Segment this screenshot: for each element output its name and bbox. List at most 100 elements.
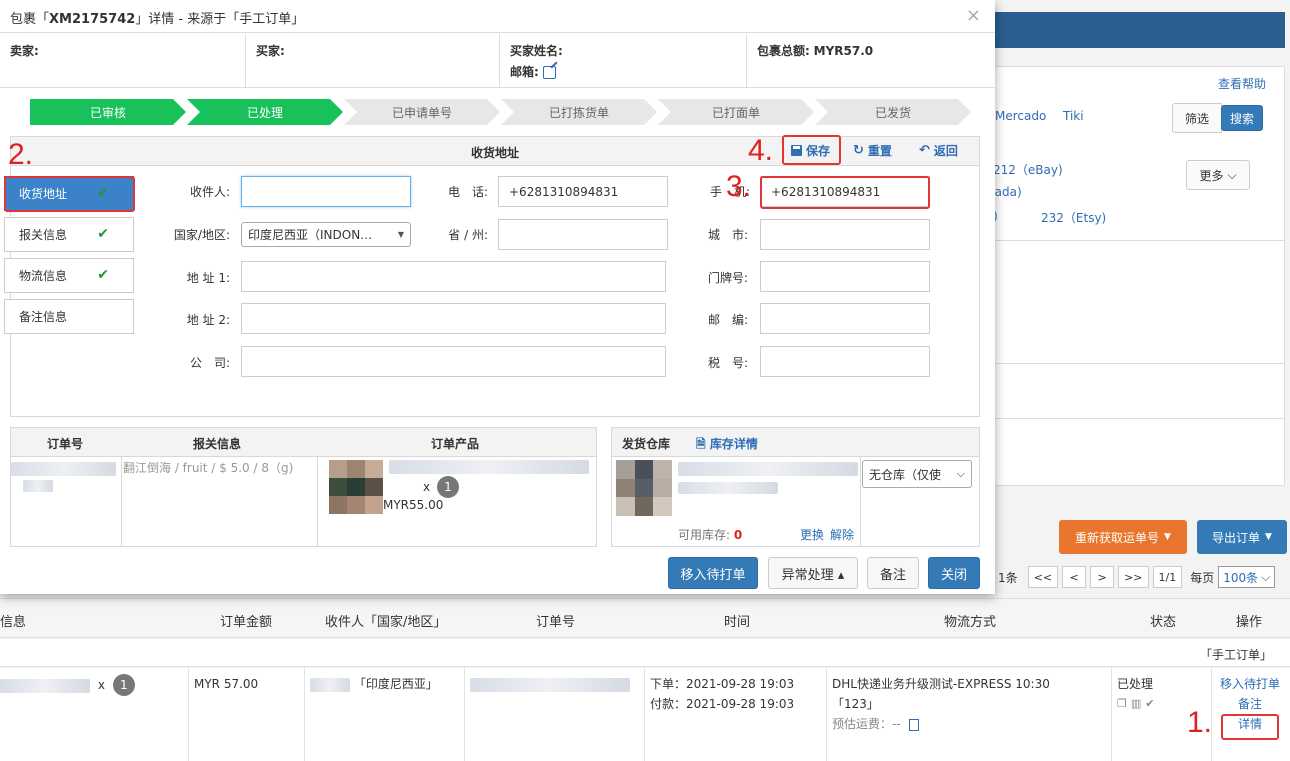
modal-title: 包裹「XM2175742」详情 - 来源于「手工订单」 [10,8,304,27]
shop-tag: 「手工订单」 [1199,648,1272,662]
seller-label: 卖家: [10,44,39,58]
filter-button[interactable]: 筛选 [1172,103,1222,133]
row-recipient: 「印度尼西亚」 [310,674,438,694]
buyer-name-cell: 买家姓名: 邮箱: [500,34,747,88]
product-table-header: 订单号 报关信息 订单产品 [11,428,596,457]
est-fee: 预估运费：-- [832,714,1050,734]
order-product-table: 订单号 报关信息 订单产品 翻江倒海 / fruit / $ 5.0 / 8（g… [10,427,597,547]
recipient-input[interactable] [241,176,411,207]
stock-detail-link[interactable]: 🗎 库存详情 [696,435,758,456]
tab-label: 备注信息 [19,310,68,324]
annotation-step-3: 3. [726,170,752,203]
calculator-icon[interactable] [908,718,919,731]
more-button[interactable]: 更多 ⌵ [1186,160,1250,190]
refetch-tracking-button[interactable]: 重新获取运单号 ▼ [1059,520,1187,554]
tab-logistics-info[interactable]: 物流信息 ✔ [4,258,134,293]
check-icon[interactable]: ✔ [1145,697,1158,710]
address2-input[interactable] [241,303,666,334]
package-id: XM2175742 [49,12,136,27]
package-detail-modal: 包裹「XM2175742」详情 - 来源于「手工订单」 × 卖家: 买家: 买家… [0,0,995,594]
row-shipping: DHL快递业务升级测试-EXPRESS 10:30 「123」 预估运费：-- [832,674,1050,734]
check-icon: ✔ [97,226,109,242]
annotation-box-save [782,135,841,165]
title-suffix: 」详情 - 来源于「手工订单」 [135,12,305,27]
orders-table-header: 信息 订单金额 收件人「国家/地区」 订单号 时间 物流方式 状态 操作 [0,598,1290,638]
step-picklist-printed: 已打拣货单 [501,99,657,125]
stat-etsy[interactable]: 232（Etsy) [1041,209,1106,226]
divider [860,457,861,547]
divider [464,668,465,761]
warehouse-select[interactable]: 无仓库（仅使 ⌵ [862,460,972,488]
row-time: 下单：2021-09-28 19:03 付款：2021-09-28 19:03 [650,674,794,714]
barcode-icon[interactable]: ▥ [1131,697,1145,710]
phone-input[interactable] [498,176,668,207]
caret-down-icon: ▼ [397,230,404,239]
close-button[interactable]: 关闭 [928,557,980,589]
country-select[interactable]: 印度尼西亚（INDON… ▼ [241,222,411,247]
col-product: 订单产品 [431,437,480,451]
move-to-print-link[interactable]: 移入待打单 [1217,674,1283,694]
help-link[interactable]: 查看帮助 [1218,75,1266,92]
reset-button[interactable]: ↻ 重置 [853,142,892,159]
col-recipient: 收件人「国家/地区」 [325,615,447,630]
exception-button[interactable]: 异常处理 ▴ [768,557,858,589]
row-product-cell: x 1 [0,674,135,696]
first-page-button[interactable]: << [1027,566,1059,588]
back-label: 返回 [933,144,958,158]
replace-link[interactable]: 更换 [800,526,824,543]
warehouse-product-thumbnail [616,460,672,516]
copy-icon[interactable]: ❐ [1117,697,1131,710]
available-value: 0 [733,528,743,542]
city-label: 城 市: [707,228,748,242]
qty-badge: 1 [112,674,135,696]
refresh-icon: ↻ [853,143,864,158]
row-amount: MYR 57.00 [194,677,259,691]
unbind-link[interactable]: 解除 [830,526,854,543]
city-input[interactable] [760,219,930,250]
caret-down-icon: ▼ [1265,532,1272,542]
zip-input[interactable] [760,303,930,334]
col-order-no: 订单号 [47,437,84,451]
export-label: 导出订单 [1212,530,1261,545]
prev-page-button[interactable]: < [1062,566,1087,588]
recipient-label: 收件人: [189,185,230,199]
address-title: 收货地址 [471,146,520,160]
buyer-cell: 买家: [246,34,500,88]
province-input[interactable] [498,219,668,250]
tax-number-input[interactable] [760,346,930,377]
caret-down-icon: ▼ [1164,532,1171,542]
divider [188,668,189,761]
move-to-print-button[interactable]: 移入待打单 [668,557,758,589]
search-button[interactable]: 搜索 [1221,105,1263,131]
platform-tiki[interactable]: Tiki [1063,109,1084,123]
close-icon[interactable]: × [966,5,981,26]
note-link[interactable]: 备注 [1217,694,1283,714]
address1-input[interactable] [241,261,666,292]
company-input[interactable] [241,346,666,377]
more-label: 更多 [1199,168,1224,183]
warehouse-select-value: 无仓库（仅使 [869,467,942,482]
platform-mercado[interactable]: Mercado [995,109,1046,123]
divider [980,363,1285,364]
tab-customs-info[interactable]: 报关信息 ✔ [4,217,134,252]
zip-label: 邮 编: [707,313,748,327]
next-page-button[interactable]: > [1090,566,1115,588]
edit-icon[interactable] [542,66,556,79]
back-button[interactable]: ↶ 返回 [919,142,958,159]
tab-note-info[interactable]: 备注信息 [4,299,134,334]
buyer-name-label: 买家姓名: [510,44,563,58]
per-page-select[interactable]: 100条 ⌵ [1218,566,1276,588]
available-stock: 可用库存: 0 [678,526,742,543]
last-page-button[interactable]: >> [1118,566,1149,588]
per-page-value: 100条 [1223,570,1259,585]
email-label: 邮箱: [510,65,539,79]
note-button[interactable]: 备注 [867,557,919,589]
product-thumbnail [329,460,383,514]
annotation-box-address-tab [4,176,135,212]
tax-number-label: 税 号: [707,356,748,370]
door-number-input[interactable] [760,261,930,292]
total-cell: 包裹总额: MYR57.0 [747,34,995,88]
status-text: 已处理 [1117,677,1154,691]
row-country: 「印度尼西亚」 [353,677,438,691]
export-orders-button[interactable]: 导出订单 ▼ [1197,520,1287,554]
